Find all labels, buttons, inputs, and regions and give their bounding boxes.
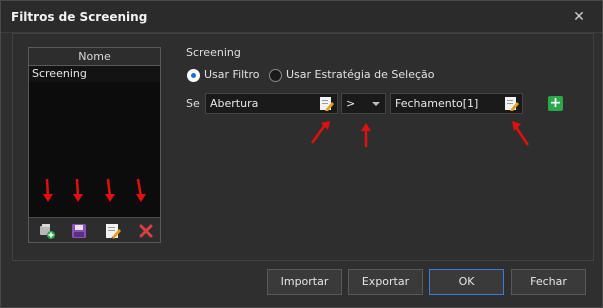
use-filter-radio[interactable] — [187, 69, 200, 82]
use-strategy-radio[interactable] — [269, 69, 282, 82]
if-label: Se — [186, 97, 200, 110]
screening-filters-dialog: Filtros de Screening ✕ Nome Screening Sc… — [0, 0, 603, 308]
close-button[interactable]: Fechar — [511, 269, 586, 295]
annotation-arrow-icon — [136, 178, 146, 202]
chevron-down-icon — [372, 102, 380, 106]
edit-right-icon[interactable] — [504, 96, 520, 112]
delete-icon[interactable] — [137, 222, 155, 240]
annotation-arrow-icon — [512, 121, 530, 146]
annotation-arrow-icon — [105, 178, 115, 202]
edit-left-icon[interactable] — [319, 96, 335, 112]
use-strategy-label[interactable]: Usar Estratégia de Seleção — [286, 68, 435, 81]
screening-section-label: Screening — [186, 46, 241, 59]
ok-button[interactable]: OK — [429, 269, 504, 295]
annotation-arrow-icon — [310, 121, 330, 144]
import-button[interactable]: Importar — [267, 269, 342, 295]
use-filter-label[interactable]: Usar Filtro — [204, 68, 260, 81]
close-icon[interactable]: ✕ — [569, 7, 589, 27]
operator-select[interactable]: > — [341, 93, 386, 114]
dialog-title: Filtros de Screening — [11, 10, 148, 24]
export-button[interactable]: Exportar — [348, 269, 423, 295]
list-item[interactable]: Screening — [29, 66, 160, 82]
annotation-arrow-icon — [43, 178, 53, 202]
annotation-arrow-icon — [73, 178, 83, 202]
list-toolbar — [29, 217, 160, 242]
add-condition-button[interactable]: + — [548, 96, 563, 111]
add-filter-icon[interactable] — [38, 222, 56, 240]
list-header-name[interactable]: Nome — [29, 48, 160, 66]
annotation-arrow-icon — [361, 123, 371, 147]
filter-list: Nome Screening — [28, 47, 161, 243]
save-icon[interactable] — [70, 222, 88, 240]
title-bar: Filtros de Screening ✕ — [1, 1, 602, 33]
operator-value: > — [346, 97, 356, 110]
edit-icon[interactable] — [104, 222, 122, 240]
